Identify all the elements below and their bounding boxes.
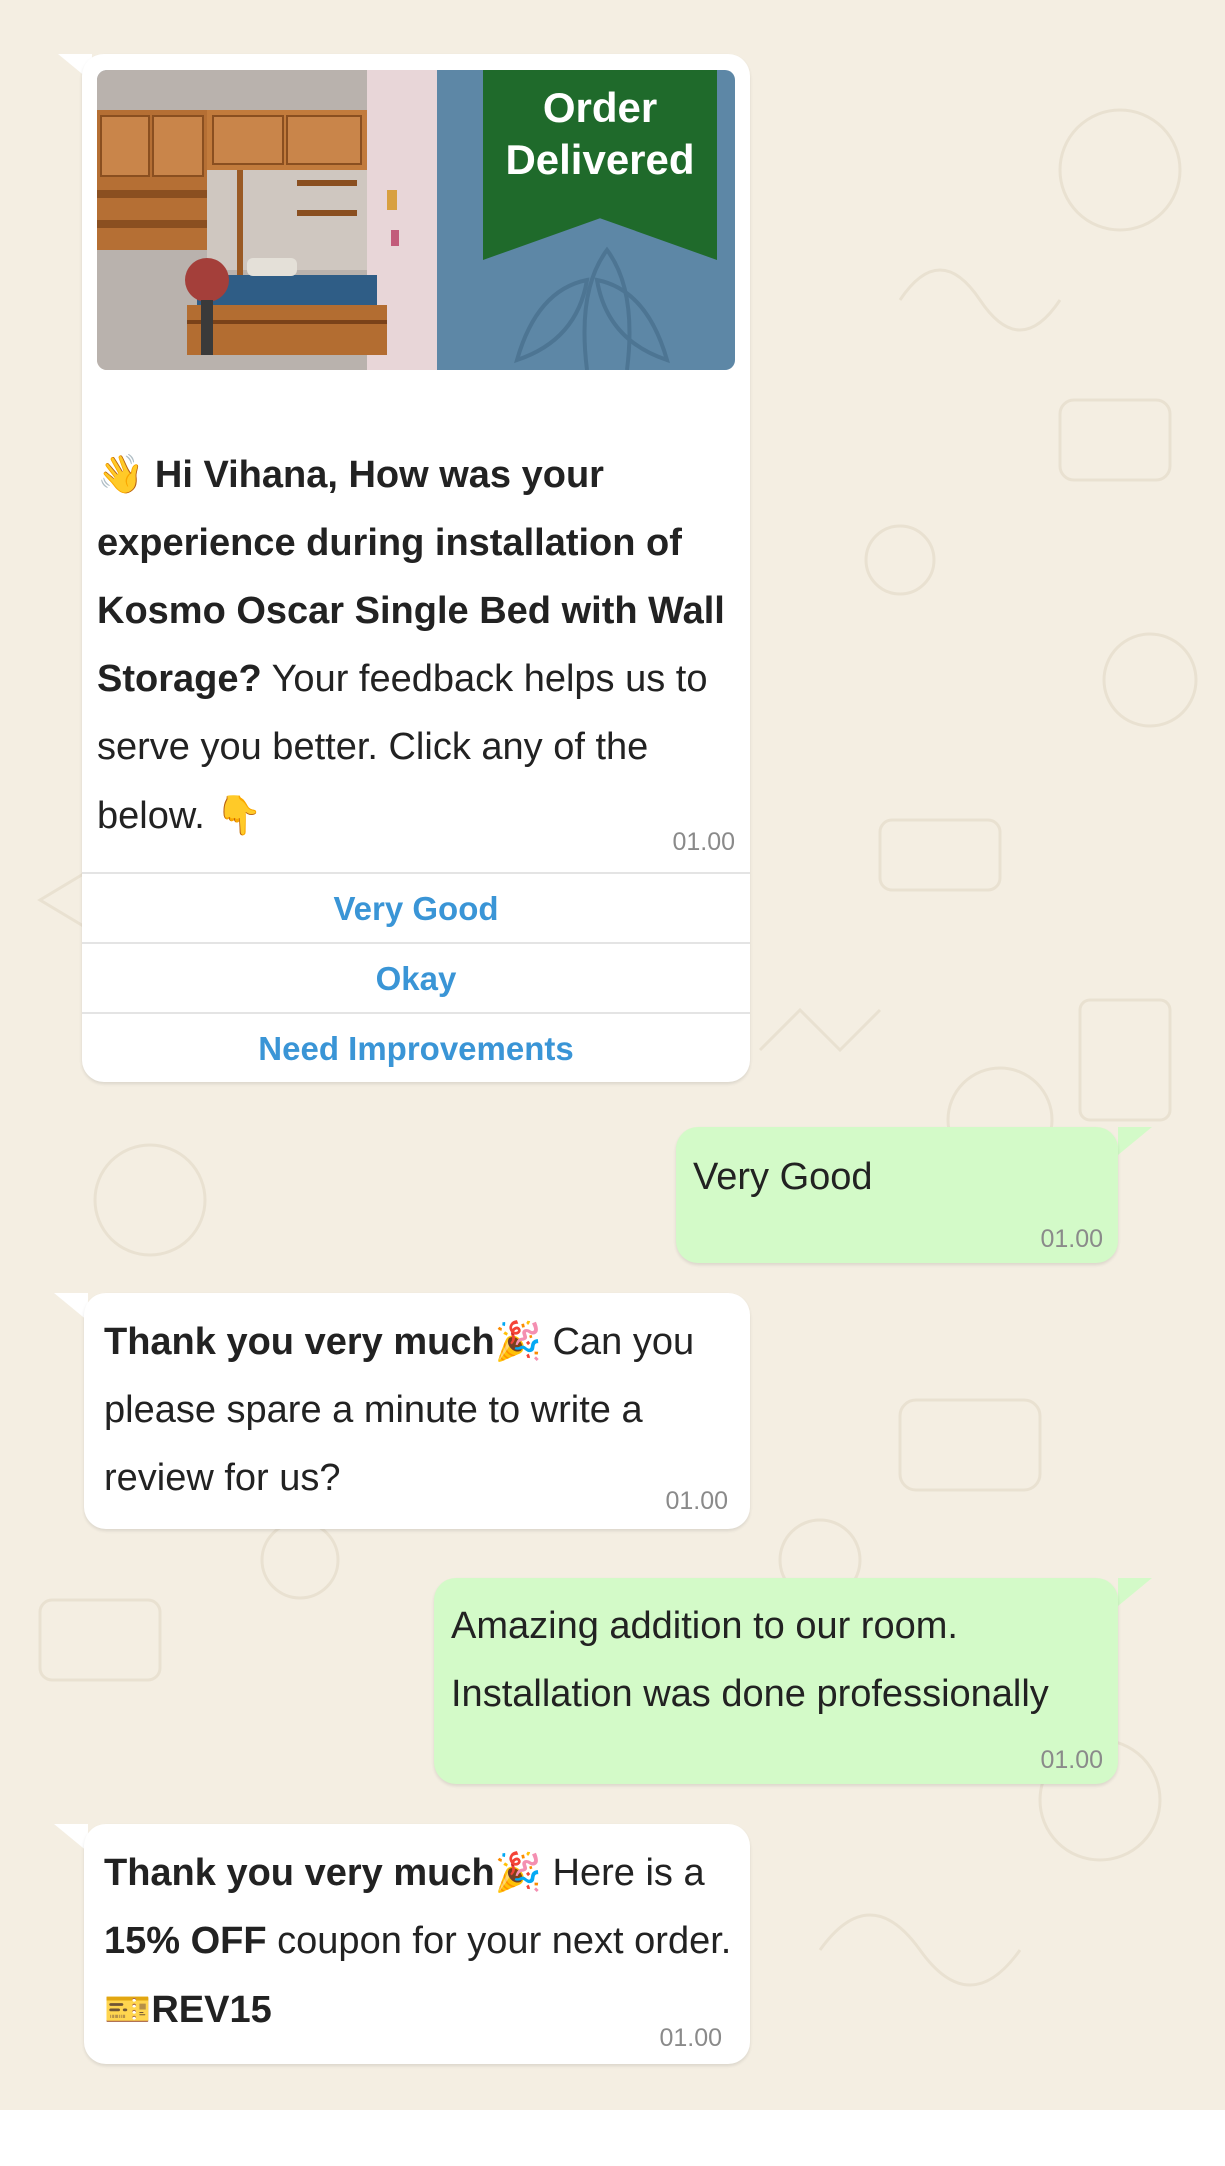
outgoing-message: Amazing addition to our room. Installati… bbox=[434, 1578, 1118, 1784]
message-timestamp: 01.00 bbox=[1040, 1746, 1103, 1774]
outgoing-bubble-tail bbox=[1118, 1127, 1152, 1155]
pointing-down-icon: 👇 bbox=[215, 793, 263, 837]
message-timestamp: 01.00 bbox=[659, 2024, 722, 2052]
party-popper-icon: 🎉 bbox=[494, 1319, 542, 1363]
message-text: Amazing addition to our room. Installati… bbox=[451, 1592, 1111, 1728]
message-text: Very Good bbox=[693, 1156, 873, 1198]
order-delivered-banner: Order Delivered bbox=[97, 70, 735, 370]
discount-text: 15% OFF bbox=[104, 1920, 267, 1962]
message-text: Thank you very much🎉 Can you please spar… bbox=[104, 1307, 734, 1512]
feedback-request-card: Order Delivered 👋 Hi Vihana, How was you… bbox=[82, 54, 750, 1082]
okay-button[interactable]: Okay bbox=[82, 942, 750, 1014]
feedback-request-text: 👋 Hi Vihana, How was your experience dur… bbox=[97, 440, 737, 850]
review-line-2: Installation was done professionally bbox=[451, 1673, 1049, 1715]
message-timestamp: 01.00 bbox=[672, 828, 735, 856]
review-line-1: Amazing addition to our room. bbox=[451, 1605, 958, 1647]
coupon-text-part-2: coupon for your next order. bbox=[266, 1920, 732, 1962]
very-good-button[interactable]: Very Good bbox=[82, 872, 750, 944]
incoming-bubble-tail bbox=[54, 1824, 88, 1852]
thank-you-text: Thank you very much bbox=[104, 1321, 495, 1363]
need-improvements-button[interactable]: Need Improvements bbox=[82, 1012, 750, 1084]
party-popper-icon: 🎉 bbox=[494, 1850, 542, 1894]
waving-hand-icon: 👋 bbox=[97, 452, 145, 496]
bedroom-photo bbox=[97, 70, 437, 370]
banner-ribbon-area: Order Delivered bbox=[437, 70, 735, 370]
incoming-message: Thank you very much🎉 Can you please spar… bbox=[84, 1293, 750, 1529]
message-timestamp: 01.00 bbox=[665, 1487, 728, 1515]
incoming-bubble-tail bbox=[54, 1293, 88, 1321]
chat-background: Order Delivered 👋 Hi Vihana, How was you… bbox=[0, 0, 1225, 2110]
bed-wall-storage-illustration bbox=[97, 70, 437, 370]
outgoing-bubble-tail bbox=[1118, 1578, 1152, 1606]
outgoing-message: Very Good 01.00 bbox=[676, 1127, 1118, 1263]
message-timestamp: 01.00 bbox=[1040, 1225, 1103, 1253]
message-text: Thank you very much🎉 Here is a 15% OFF c… bbox=[104, 1838, 734, 2044]
ticket-icon: 🎫 bbox=[104, 1987, 152, 2031]
ribbon-line-1: Order bbox=[542, 84, 658, 131]
coupon-text-part-1: Here is a bbox=[542, 1852, 705, 1894]
coupon-code: REV15 bbox=[151, 1989, 272, 2031]
ribbon-line-2: Delivered bbox=[505, 136, 695, 183]
incoming-message: Thank you very much🎉 Here is a 15% OFF c… bbox=[84, 1824, 750, 2064]
thank-you-text: Thank you very much bbox=[104, 1852, 495, 1894]
